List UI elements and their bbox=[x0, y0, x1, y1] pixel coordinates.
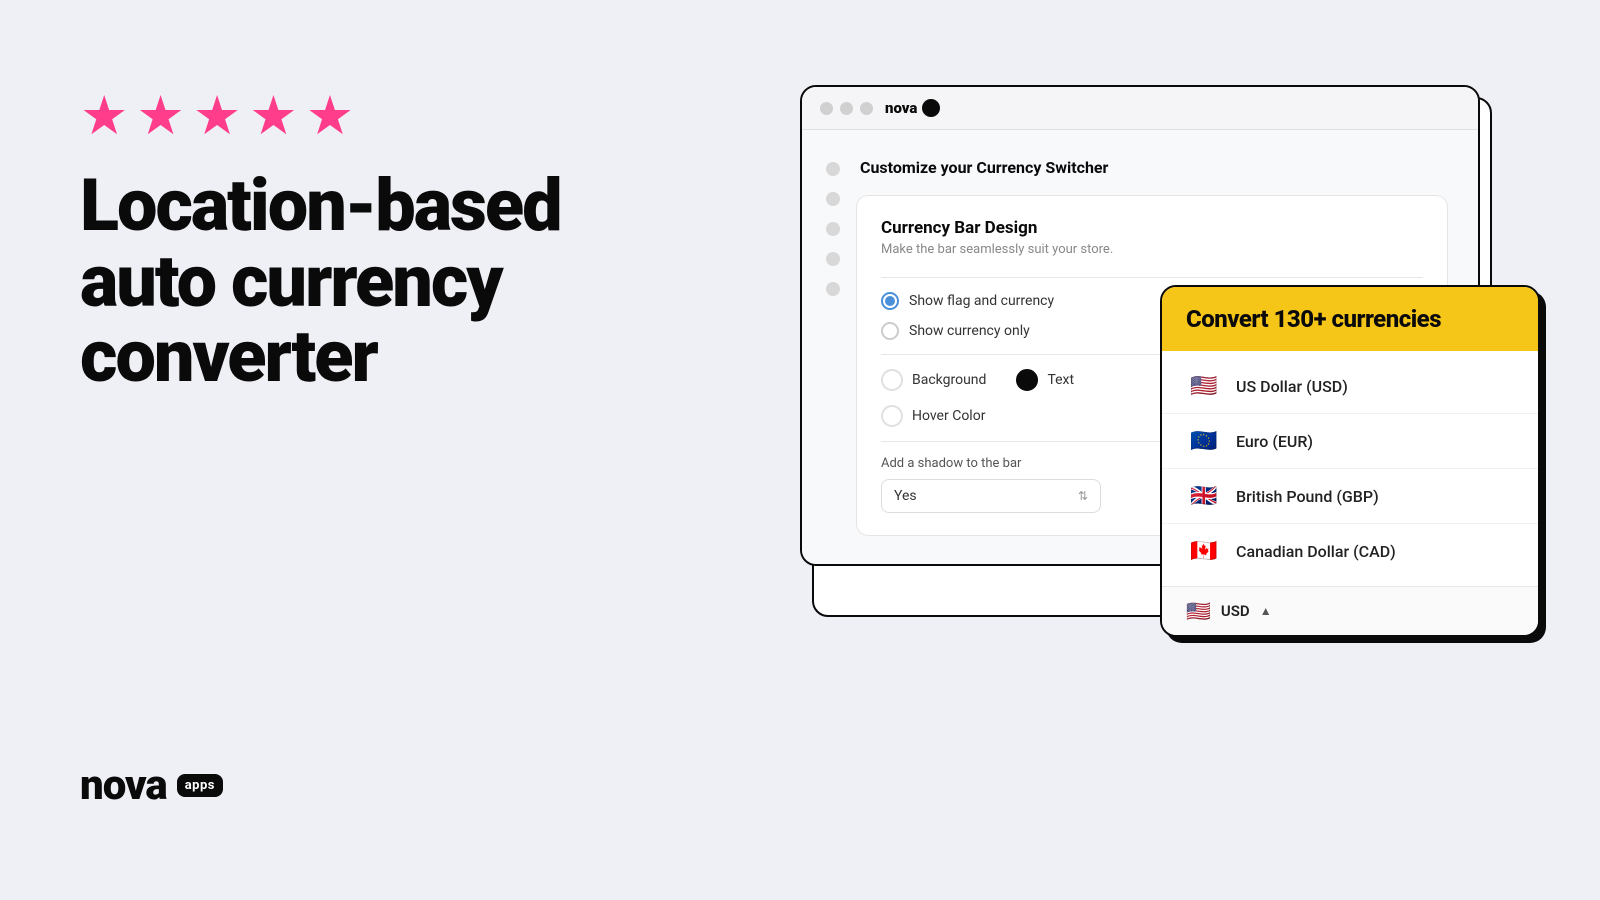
browser-logo-text: nova bbox=[885, 99, 917, 117]
headline: Location-based auto currency converter bbox=[80, 168, 640, 395]
background-color-swatch[interactable] bbox=[881, 369, 903, 391]
flag-eu: 🇪🇺 bbox=[1186, 428, 1222, 454]
radio-label-flag: Show flag and currency bbox=[909, 293, 1054, 309]
stars-row: ★ ★ ★ ★ ★ bbox=[80, 90, 640, 144]
bottom-currency-text: USD bbox=[1221, 602, 1250, 620]
color-option-background[interactable]: Background bbox=[881, 369, 986, 391]
text-color-swatch[interactable] bbox=[1016, 369, 1038, 391]
radio-button-currency[interactable] bbox=[881, 322, 899, 340]
traffic-light-2 bbox=[840, 102, 853, 115]
select-arrows-icon: ⇅ bbox=[1078, 489, 1088, 503]
browser-logo: nova bbox=[885, 99, 940, 117]
sidebar-dot-1 bbox=[826, 162, 840, 176]
sidebar-dot-2 bbox=[826, 192, 840, 206]
right-section: nova Customize your Currency Switcher Cu… bbox=[800, 85, 1540, 715]
logo-row: nova apps bbox=[80, 761, 223, 810]
sidebar-dot-3 bbox=[826, 222, 840, 236]
text-color-label: Text bbox=[1047, 372, 1074, 388]
currency-item-gbp[interactable]: 🇬🇧 British Pound (GBP) bbox=[1162, 469, 1538, 524]
flag-ca: 🇨🇦 bbox=[1186, 538, 1222, 564]
bottom-arrow-icon: ▲ bbox=[1260, 604, 1272, 618]
color-option-text[interactable]: Text bbox=[1016, 369, 1074, 391]
star-1: ★ bbox=[80, 90, 128, 144]
logo-badge: apps bbox=[177, 774, 223, 797]
currency-item-cad[interactable]: 🇨🇦 Canadian Dollar (CAD) bbox=[1162, 524, 1538, 578]
divider-1 bbox=[881, 277, 1423, 278]
currency-dropdown-card: Convert 130+ currencies 🇺🇸 US Dollar (US… bbox=[1160, 285, 1540, 637]
background-color-label: Background bbox=[912, 372, 986, 388]
currency-bottom-bar[interactable]: 🇺🇸 USD ▲ bbox=[1162, 586, 1538, 635]
hover-color-label: Hover Color bbox=[912, 408, 985, 424]
star-2: ★ bbox=[136, 90, 184, 144]
flag-gb: 🇬🇧 bbox=[1186, 483, 1222, 509]
currency-name-eur: Euro (EUR) bbox=[1236, 432, 1313, 451]
sidebar-dots bbox=[826, 158, 840, 536]
traffic-light-1 bbox=[820, 102, 833, 115]
currency-list: 🇺🇸 US Dollar (USD) 🇪🇺 Euro (EUR) 🇬🇧 Brit… bbox=[1162, 351, 1538, 586]
radio-button-flag[interactable] bbox=[881, 292, 899, 310]
star-5: ★ bbox=[306, 90, 354, 144]
flag-us: 🇺🇸 bbox=[1186, 373, 1222, 399]
currency-item-eur[interactable]: 🇪🇺 Euro (EUR) bbox=[1162, 414, 1538, 469]
traffic-light-3 bbox=[860, 102, 873, 115]
currency-item-usd[interactable]: 🇺🇸 US Dollar (USD) bbox=[1162, 359, 1538, 414]
star-3: ★ bbox=[193, 90, 241, 144]
shadow-select[interactable]: Yes ⇅ bbox=[881, 479, 1101, 513]
panel-main-title: Customize your Currency Switcher bbox=[856, 158, 1448, 177]
currency-header: Convert 130+ currencies bbox=[1162, 287, 1538, 351]
currency-name-cad: Canadian Dollar (CAD) bbox=[1236, 542, 1396, 561]
currency-name-usd: US Dollar (USD) bbox=[1236, 377, 1348, 396]
browser-titlebar: nova bbox=[802, 87, 1478, 130]
left-section: ★ ★ ★ ★ ★ Location-based auto currency c… bbox=[80, 90, 640, 395]
currency-name-gbp: British Pound (GBP) bbox=[1236, 487, 1379, 506]
star-4: ★ bbox=[249, 90, 297, 144]
panel-section-subtitle: Make the bar seamlessly suit your store. bbox=[881, 242, 1423, 257]
panel-section-title: Currency Bar Design bbox=[881, 218, 1423, 238]
traffic-lights bbox=[820, 102, 873, 115]
radio-label-currency: Show currency only bbox=[909, 323, 1030, 339]
shadow-select-value: Yes bbox=[894, 488, 917, 504]
hover-color-swatch[interactable] bbox=[881, 405, 903, 427]
bottom-flag-icon: 🇺🇸 bbox=[1186, 599, 1211, 623]
browser-logo-dot bbox=[922, 99, 940, 117]
sidebar-dot-5 bbox=[826, 282, 840, 296]
logo-text: nova bbox=[80, 761, 167, 810]
sidebar-dot-4 bbox=[826, 252, 840, 266]
